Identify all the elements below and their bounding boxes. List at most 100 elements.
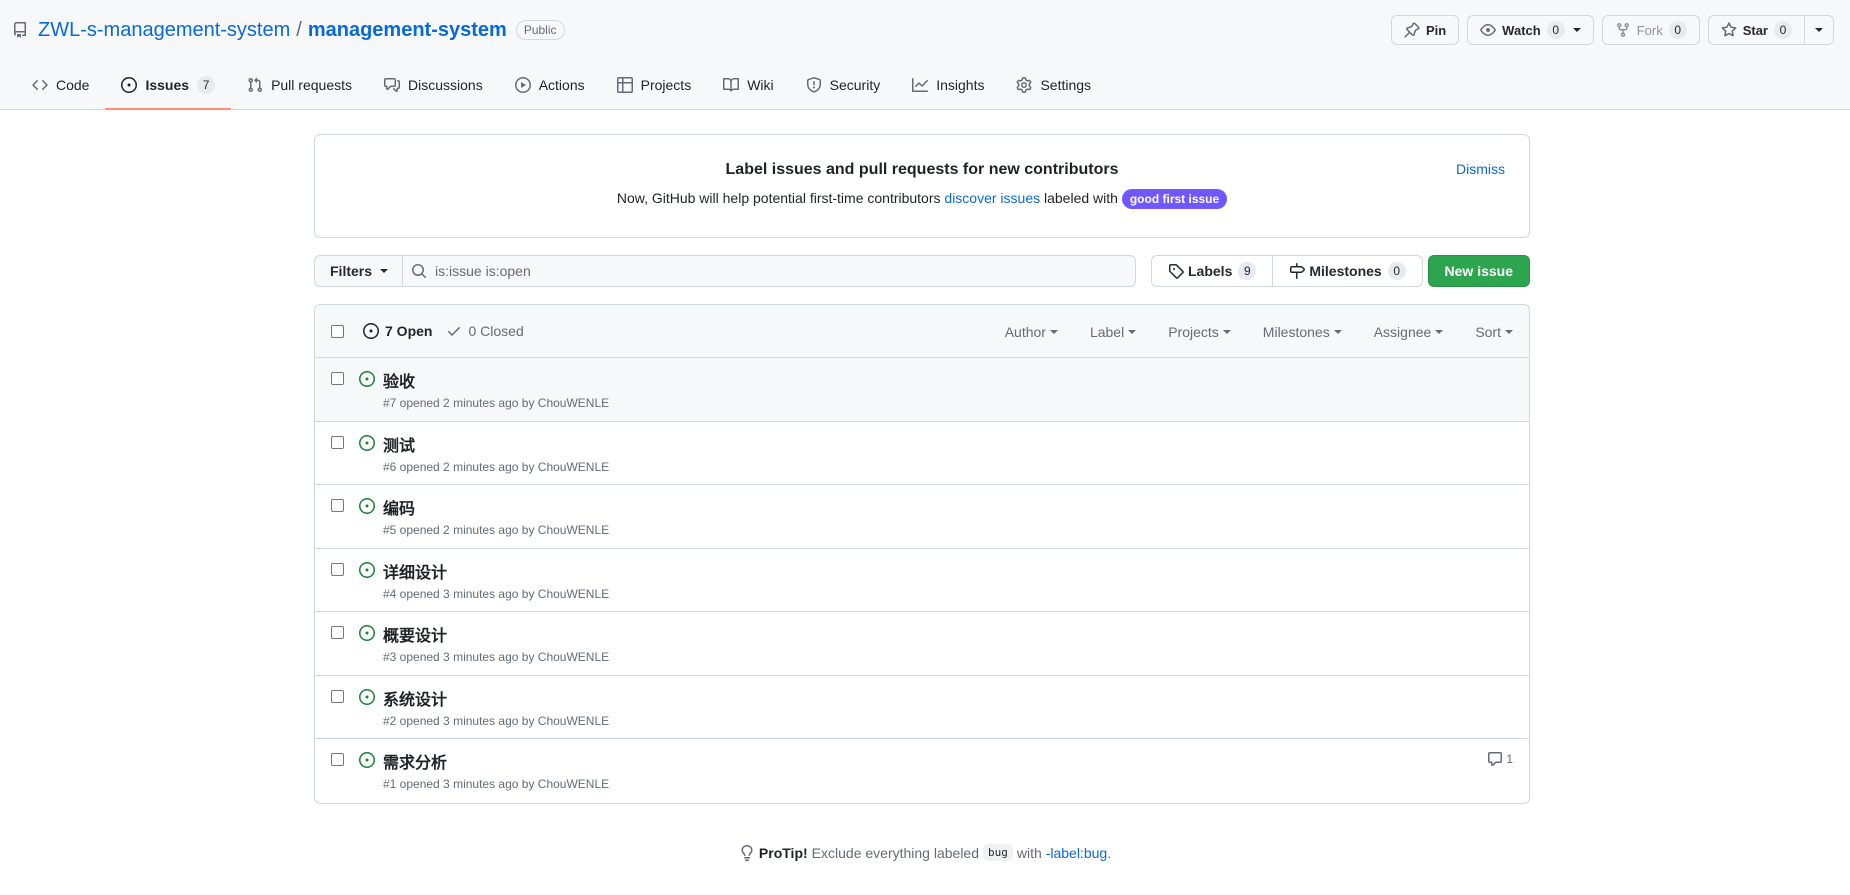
sort-filter[interactable]: Sort [1475,324,1513,340]
tab-label: Settings [1040,77,1092,93]
closed-issues-link[interactable]: 0 Closed [446,323,524,339]
milestone-icon [1289,263,1306,279]
visibility-badge: Public [515,20,565,40]
discover-issues-link[interactable]: discover issues [944,190,1040,206]
label-filter[interactable]: Label [1089,323,1137,340]
open-issues-link[interactable]: 7 Open [363,323,432,339]
issue-row[interactable]: 需求分析 #1 opened 3 minutes ago by ChouWENL… [315,739,1529,803]
tab-pull-requests[interactable]: Pull requests [231,61,368,109]
issue-title-link[interactable]: 需求分析 [383,749,447,773]
protip-text-after: . [1107,844,1112,861]
tab-projects[interactable]: Projects [601,61,708,109]
issue-title-link[interactable]: 详细设计 [383,559,447,583]
issue-checkbox[interactable] [331,626,344,639]
comment-discussion-icon [384,77,400,93]
watch-label: Watch [1502,22,1541,38]
tab-label: Issues [145,77,190,93]
closed-count-label: 0 Closed [468,323,524,339]
watch-count: 0 [1546,21,1565,39]
repo-owner-link[interactable]: ZWL-s-management-system [38,19,290,42]
tab-label: Actions [538,77,585,93]
filter-label: Label [1089,323,1125,340]
tab-actions[interactable]: Actions [499,61,601,109]
issues-count: 7 [197,76,216,94]
fork-button[interactable]: Fork 0 [1601,15,1700,45]
labels-label: Labels [1188,263,1233,279]
check-icon [446,323,462,339]
pin-icon [1404,22,1420,38]
comment-icon [1487,751,1503,767]
search-input[interactable] [435,263,1116,279]
issue-title-link[interactable]: 测试 [383,432,415,456]
tab-settings[interactable]: Settings [1000,61,1107,109]
list-filters: Author Label Projects Milestones Assigne… [973,305,1513,358]
tab-issues[interactable]: Issues 7 [105,61,231,110]
tab-code[interactable]: Code [16,61,105,109]
repo-title: ZWL-s-management-system / management-sys… [12,17,565,43]
issue-row[interactable]: 系统设计 #2 opened 3 minutes ago by ChouWENL… [315,676,1529,739]
filters-button[interactable]: Filters [314,255,403,287]
watch-button[interactable]: Watch 0 [1467,15,1594,45]
issue-checkbox[interactable] [331,562,344,576]
issue-checkbox[interactable] [331,372,344,385]
select-all-checkbox[interactable] [331,324,344,338]
issue-title-link[interactable]: 系统设计 [383,686,447,710]
git-pull-request-icon [247,77,263,93]
issues-toolbar: Filters Labels 9 Milestones 0 New issue [314,254,1530,288]
issues-list: 7 Open 0 Closed Author Label Projects Mi… [314,304,1530,804]
projects-filter[interactable]: Projects [1168,324,1231,340]
protip-lead: ProTip! [758,844,808,861]
issue-opened-icon [359,434,375,451]
tab-label: Wiki [747,77,774,93]
labels-button[interactable]: Labels 9 [1152,256,1272,286]
issue-row[interactable]: 详细设计 #4 opened 3 minutes ago by ChouWENL… [315,549,1529,612]
issue-row[interactable]: 验收 #7 opened 2 minutes ago by ChouWENLE [315,358,1529,422]
star-label: Star [1742,22,1768,38]
banner-text-after: labeled with [1040,190,1122,206]
banner-text: Now, GitHub will help potential first-ti… [315,189,1529,209]
tab-wiki[interactable]: Wiki [707,61,789,109]
issue-checkbox[interactable] [331,689,344,703]
issue-checkbox[interactable] [331,753,344,766]
chevron-down-icon [1049,329,1058,334]
good-first-issue-label[interactable]: good first issue [1121,189,1228,209]
pin-button[interactable]: Pin [1390,15,1460,45]
author-filter[interactable]: Author [1005,324,1058,340]
chevron-down-icon [1128,329,1137,334]
milestones-filter[interactable]: Milestones [1263,324,1342,340]
milestones-button[interactable]: Milestones 0 [1272,256,1421,286]
tab-security[interactable]: Security [790,61,897,109]
issue-checkbox[interactable] [331,499,344,512]
star-lists-dropdown[interactable] [1804,16,1833,44]
issue-title-link[interactable]: 验收 [383,368,415,392]
protip-text-before: Exclude everything labeled [811,844,980,861]
issue-title-link[interactable]: 概要设计 [383,622,447,646]
table-icon [616,77,633,93]
assignee-filter[interactable]: Assignee [1374,324,1444,340]
pin-label: Pin [1425,22,1447,38]
issue-row[interactable]: 测试 #6 opened 2 minutes ago by ChouWENLE [315,422,1529,485]
book-icon [723,77,740,93]
chevron-down-icon [1222,329,1231,334]
issue-row[interactable]: 概要设计 #3 opened 3 minutes ago by ChouWENL… [315,612,1529,676]
issue-row[interactable]: 编码 #5 opened 2 minutes ago by ChouWENLE [315,485,1529,549]
filter-label: Author [1004,323,1046,340]
issues-list-header: 7 Open 0 Closed Author Label Projects Mi… [315,305,1529,358]
issue-opened-icon [359,688,375,705]
issue-title-link[interactable]: 编码 [383,495,415,519]
star-count: 0 [1774,21,1792,39]
issue-checkbox[interactable] [331,435,344,449]
repo-name-link[interactable]: management-system [308,19,507,42]
new-issue-button[interactable]: New issue [1427,255,1530,287]
comment-count-link[interactable]: 1 [1487,751,1513,767]
protip-code: bug [983,844,1013,861]
path-separator: / [296,18,302,41]
tab-insights[interactable]: Insights [896,61,1000,109]
star-button[interactable]: Star 0 [1707,15,1834,45]
dismiss-button[interactable]: Dismiss [1456,161,1505,177]
issues-search[interactable] [402,255,1137,287]
fork-icon [1615,22,1631,38]
protip-link[interactable]: -label:bug [1046,845,1108,861]
tab-discussions[interactable]: Discussions [368,61,499,109]
issue-meta: #2 opened 3 minutes ago by ChouWENLE [383,713,610,728]
